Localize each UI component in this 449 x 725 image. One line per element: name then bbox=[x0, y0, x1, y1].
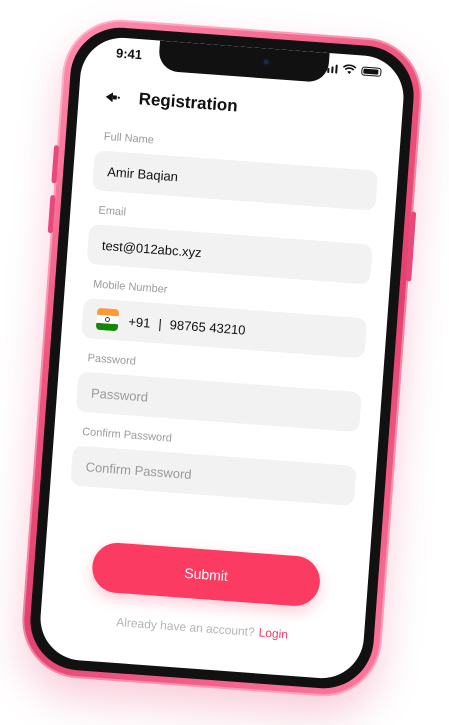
password-field: Password Password bbox=[75, 352, 364, 433]
confirm-password-field: Confirm Password Confirm Password bbox=[70, 425, 358, 507]
stage: 9:41 Registration Full Name Amir Baqian … bbox=[0, 0, 449, 725]
phone-separator: | bbox=[157, 315, 163, 331]
page-title: Registration bbox=[138, 89, 239, 116]
login-prompt: Already have an account? Login bbox=[40, 609, 364, 647]
camera-icon bbox=[261, 57, 272, 67]
india-flag-icon[interactable] bbox=[95, 307, 120, 332]
email-field: Email test@012abc.xyz bbox=[86, 204, 375, 285]
cellular-signal-icon bbox=[322, 63, 338, 74]
app-screen: 9:41 Registration Full Name Amir Baqian … bbox=[37, 34, 407, 682]
mobile-field: Mobile Number +91 | 98765 43210 bbox=[81, 278, 369, 359]
login-prompt-text: Already have an account? bbox=[115, 614, 256, 640]
submit-button[interactable]: Submit bbox=[90, 541, 322, 608]
password-placeholder: Password bbox=[90, 385, 149, 405]
battery-icon bbox=[361, 65, 382, 77]
login-link[interactable]: Login bbox=[258, 625, 288, 641]
back-arrow-icon[interactable] bbox=[104, 90, 123, 105]
confirm-password-placeholder: Confirm Password bbox=[85, 458, 193, 482]
registration-form: Full Name Amir Baqian Email test@012abc.… bbox=[69, 130, 379, 520]
status-time: 9:41 bbox=[115, 45, 143, 63]
mobile-number-value: 98765 43210 bbox=[169, 316, 247, 338]
wifi-icon bbox=[342, 64, 357, 75]
phone-mockup: 9:41 Registration Full Name Amir Baqian … bbox=[18, 15, 426, 701]
email-value: test@012abc.xyz bbox=[101, 237, 203, 260]
full-name-value: Amir Baqian bbox=[106, 163, 179, 184]
status-icons bbox=[322, 63, 382, 77]
country-code: +91 bbox=[127, 313, 152, 331]
full-name-field: Full Name Amir Baqian bbox=[91, 130, 380, 211]
page-header: Registration bbox=[104, 87, 238, 117]
